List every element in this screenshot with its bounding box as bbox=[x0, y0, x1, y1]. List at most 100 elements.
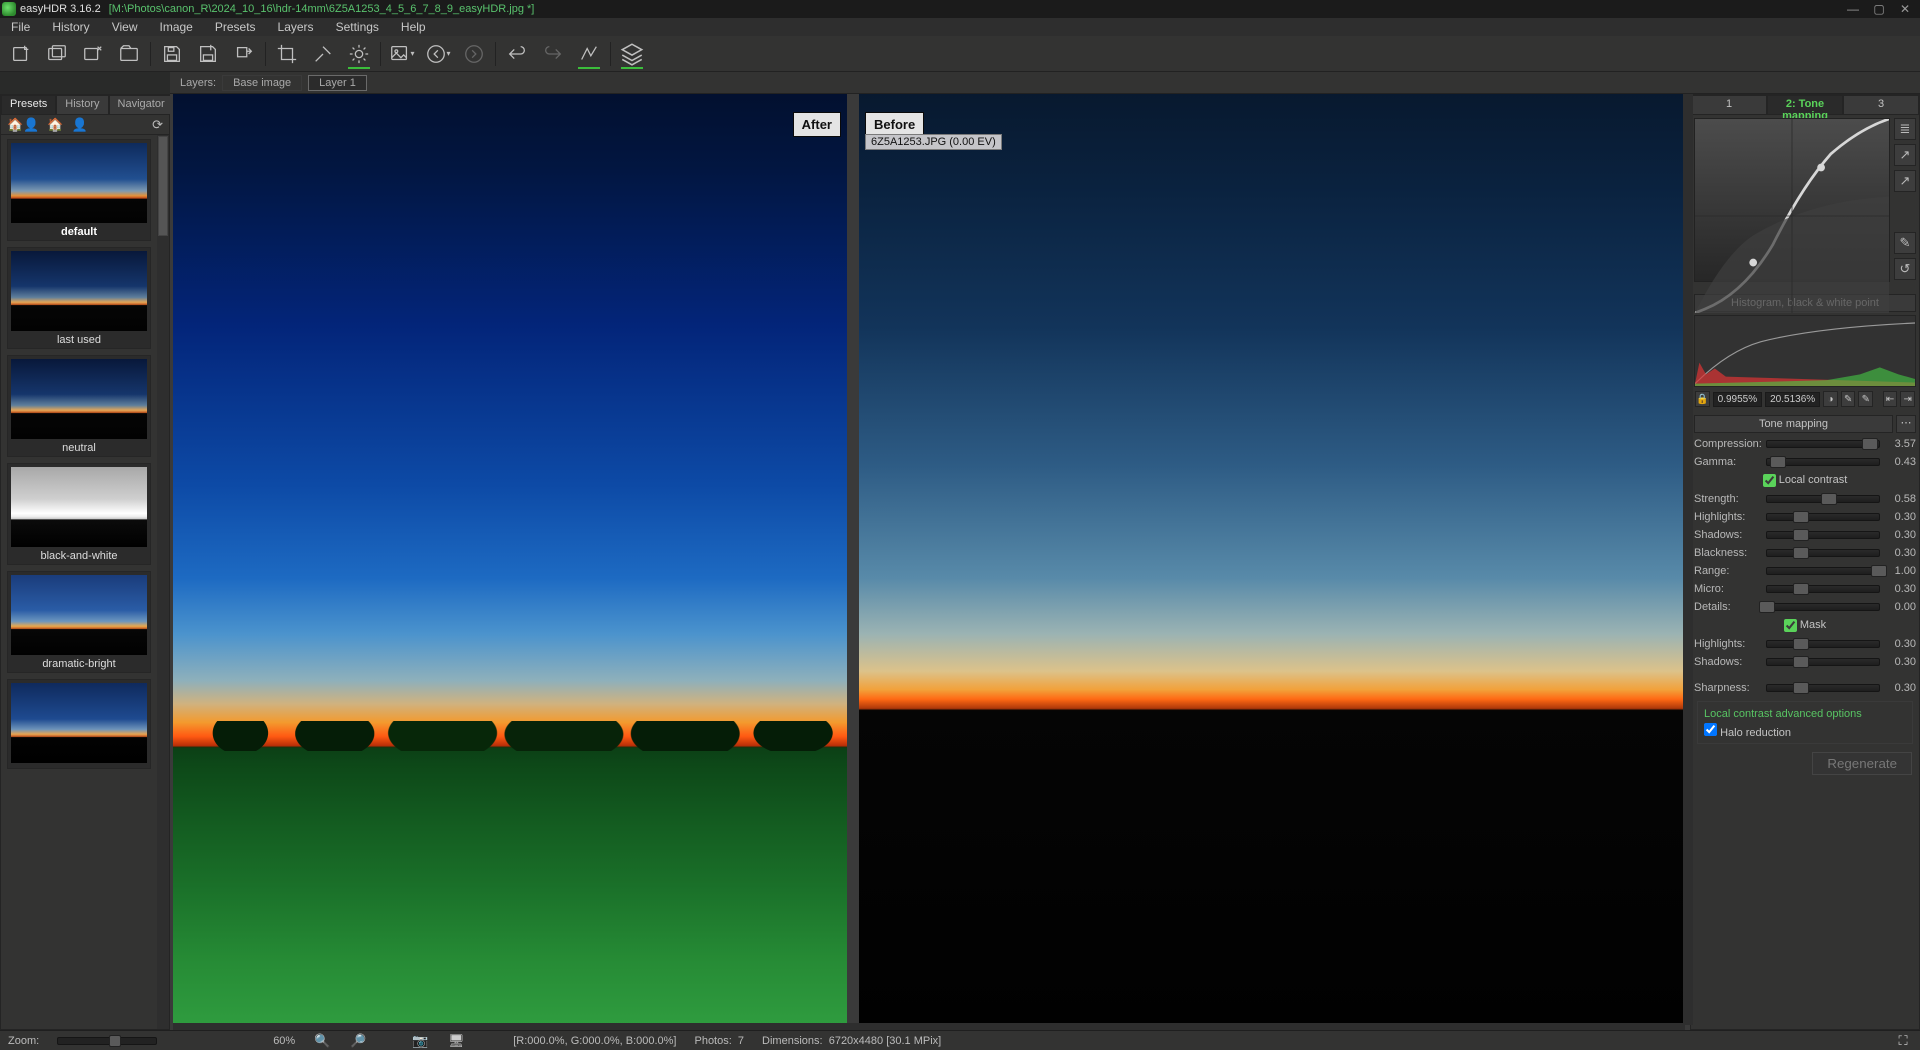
preset-item-extra[interactable] bbox=[7, 679, 151, 769]
save-button[interactable] bbox=[157, 39, 187, 69]
menu-history[interactable]: History bbox=[41, 20, 100, 34]
tab-step-1[interactable]: 1 bbox=[1691, 95, 1767, 115]
preset-user-icon[interactable]: 👤 bbox=[72, 117, 88, 133]
fullscreen-icon[interactable]: ⛶ bbox=[1894, 1032, 1912, 1050]
prev-button[interactable]: ▾ bbox=[423, 39, 453, 69]
app-name: easyHDR 3.16.2 bbox=[20, 3, 101, 15]
lock-icon[interactable]: 🔒 bbox=[1695, 391, 1710, 407]
preset-scrollbar[interactable] bbox=[157, 135, 169, 1029]
crop-button[interactable] bbox=[272, 39, 302, 69]
advanced-options-legend: Local contrast advanced options bbox=[1704, 708, 1906, 720]
menu-presets[interactable]: Presets bbox=[204, 20, 267, 34]
preset-refresh-icon[interactable]: ⟳ bbox=[152, 117, 163, 133]
slider-compression[interactable]: Compression:3.57 bbox=[1694, 435, 1916, 453]
adjust-button[interactable] bbox=[574, 39, 604, 69]
menu-bar: File History View Image Presets Layers S… bbox=[0, 18, 1920, 36]
slider-range[interactable]: Range:1.00 bbox=[1694, 562, 1916, 580]
slider-mask-shadows[interactable]: Shadows:0.30 bbox=[1694, 653, 1916, 671]
browse-folder-button[interactable] bbox=[114, 39, 144, 69]
preset-home-group-icon[interactable]: 🏠👤 bbox=[7, 117, 39, 133]
curve-pencil-icon[interactable]: ✎ bbox=[1894, 232, 1916, 254]
checkbox-mask[interactable]: Mask bbox=[1784, 619, 1826, 631]
after-view[interactable]: After bbox=[173, 94, 847, 1025]
export-button[interactable] bbox=[229, 39, 259, 69]
tone-mapping-header: Tone mapping bbox=[1694, 415, 1893, 433]
pick-black-icon[interactable]: ✎ bbox=[1858, 391, 1873, 407]
layer-1[interactable]: Layer 1 bbox=[308, 75, 367, 91]
curve-preset-a-icon[interactable]: ↗ bbox=[1894, 144, 1916, 166]
preview-split-handle[interactable] bbox=[847, 94, 859, 1025]
preset-item-neutral[interactable]: neutral bbox=[7, 355, 151, 457]
white-point-value[interactable]: 20.5136% bbox=[1765, 392, 1820, 407]
expand-left-icon[interactable]: ⇤ bbox=[1883, 391, 1898, 407]
slider-strength[interactable]: Strength:0.58 bbox=[1694, 490, 1916, 508]
add-images-button[interactable] bbox=[42, 39, 72, 69]
auto-black-icon[interactable]: ◑ bbox=[1823, 391, 1838, 407]
save-as-button[interactable] bbox=[193, 39, 223, 69]
preset-item-last-used[interactable]: last used bbox=[7, 247, 151, 349]
preset-item-default[interactable]: default bbox=[7, 139, 151, 241]
tab-step-2-tone-mapping[interactable]: 2: Tone mapping bbox=[1767, 95, 1843, 115]
layers-button[interactable] bbox=[617, 39, 647, 69]
curve-editor[interactable]: ≣ ↗ ↗ ✎ ↺ bbox=[1694, 118, 1916, 288]
settings-gear-button[interactable] bbox=[344, 39, 374, 69]
slider-gamma[interactable]: Gamma:0.43 bbox=[1694, 453, 1916, 471]
curve-list-icon[interactable]: ≣ bbox=[1894, 118, 1916, 140]
menu-file[interactable]: File bbox=[0, 20, 41, 34]
minimize-button[interactable]: — bbox=[1840, 2, 1866, 16]
expand-right-icon[interactable]: ⇥ bbox=[1900, 391, 1915, 407]
redo-button[interactable] bbox=[538, 39, 568, 69]
tone-mapping-sliders: Compression:3.57 Gamma:0.43 Local contra… bbox=[1691, 435, 1919, 782]
next-button[interactable] bbox=[459, 39, 489, 69]
new-project-button[interactable] bbox=[6, 39, 36, 69]
center-v-scrollbar[interactable] bbox=[1683, 94, 1693, 1025]
preset-item-bw[interactable]: black-and-white bbox=[7, 463, 151, 565]
pick-white-icon[interactable]: ✎ bbox=[1841, 391, 1856, 407]
menu-layers[interactable]: Layers bbox=[267, 20, 325, 34]
center-h-scrollbar[interactable] bbox=[173, 1023, 1685, 1030]
preset-item-dramatic[interactable]: dramatic-bright bbox=[7, 571, 151, 673]
remove-image-button[interactable] bbox=[78, 39, 108, 69]
slider-details[interactable]: Details:0.00 bbox=[1694, 598, 1916, 616]
slider-blackness[interactable]: Blackness:0.30 bbox=[1694, 544, 1916, 562]
image-options-button[interactable]: ▾ bbox=[387, 39, 417, 69]
right-panel: 1 2: Tone mapping 3 ≣ ↗ ↗ ✎ bbox=[1690, 94, 1920, 1030]
preset-thumb bbox=[11, 143, 147, 223]
close-button[interactable]: ✕ bbox=[1892, 2, 1918, 16]
checkbox-halo-reduction[interactable]: Halo reduction bbox=[1704, 727, 1791, 739]
preset-list[interactable]: default last used neutral black-and-whit… bbox=[1, 135, 157, 1029]
slider-sharpness[interactable]: Sharpness:0.30 bbox=[1694, 679, 1916, 697]
slider-highlights[interactable]: Highlights:0.30 bbox=[1694, 508, 1916, 526]
curve-reset-icon[interactable]: ↺ bbox=[1894, 258, 1916, 280]
slider-micro[interactable]: Micro:0.30 bbox=[1694, 580, 1916, 598]
before-view[interactable]: Before 6Z5A1253.JPG (0.00 EV) bbox=[859, 94, 1685, 1025]
checkbox-local-contrast[interactable]: Local contrast bbox=[1763, 474, 1848, 486]
zoom-in-icon[interactable]: 🔎 bbox=[349, 1032, 367, 1050]
zoom-slider[interactable] bbox=[57, 1037, 157, 1045]
menu-view[interactable]: View bbox=[101, 20, 149, 34]
tab-presets[interactable]: Presets bbox=[1, 95, 56, 115]
menu-settings[interactable]: Settings bbox=[325, 20, 390, 34]
undo-button[interactable] bbox=[502, 39, 532, 69]
photo-count: 7 bbox=[738, 1035, 744, 1047]
tab-navigator[interactable]: Navigator bbox=[109, 95, 174, 115]
monitor-icon[interactable]: 🖥 bbox=[447, 1032, 465, 1050]
tab-history[interactable]: History bbox=[56, 95, 108, 115]
regenerate-button[interactable]: Regenerate bbox=[1812, 752, 1912, 775]
tone-mapping-menu-button[interactable]: ⋯ bbox=[1896, 415, 1916, 433]
histogram[interactable] bbox=[1694, 315, 1916, 387]
zoom-out-icon[interactable]: 🔍 bbox=[313, 1032, 331, 1050]
tab-step-3[interactable]: 3 bbox=[1843, 95, 1919, 115]
menu-help[interactable]: Help bbox=[390, 20, 437, 34]
slider-shadows[interactable]: Shadows:0.30 bbox=[1694, 526, 1916, 544]
layer-base-image[interactable]: Base image bbox=[222, 75, 302, 91]
black-point-value[interactable]: 0.9955% bbox=[1713, 392, 1762, 407]
curve-preset-b-icon[interactable]: ↗ bbox=[1894, 170, 1916, 192]
preview-area[interactable]: After Before 6Z5A1253.JPG (0.00 EV) bbox=[170, 94, 1690, 1030]
menu-image[interactable]: Image bbox=[148, 20, 203, 34]
preset-home-icon[interactable]: 🏠 bbox=[47, 117, 63, 133]
eyedropper-button[interactable] bbox=[308, 39, 338, 69]
slider-mask-highlights[interactable]: Highlights:0.30 bbox=[1694, 635, 1916, 653]
maximize-button[interactable]: ▢ bbox=[1866, 2, 1892, 16]
camera-icon[interactable]: 📷 bbox=[411, 1032, 429, 1050]
